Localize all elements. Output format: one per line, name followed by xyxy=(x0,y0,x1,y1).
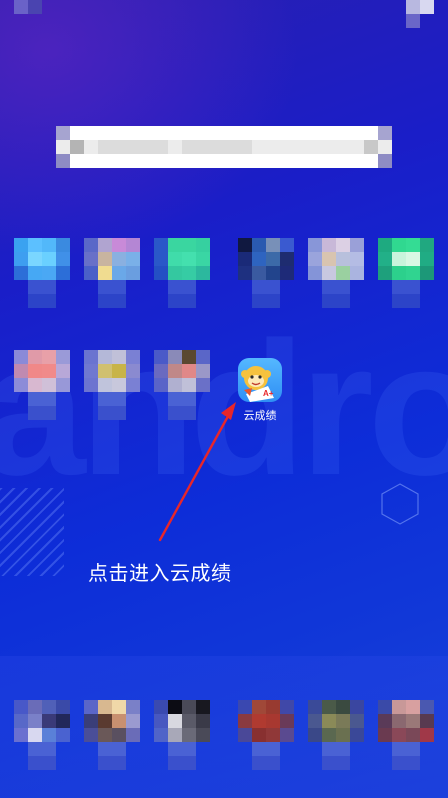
status-bar-right-pixel xyxy=(406,14,420,28)
wallpaper-stripes xyxy=(0,488,64,576)
instruction-caption: 点击进入云成绩 xyxy=(88,561,232,585)
status-bar-right-pixel xyxy=(406,0,420,14)
search-widget[interactable] xyxy=(56,126,392,168)
monkey-mascot-icon[interactable]: A+ xyxy=(238,358,282,402)
hexagon-decoration-icon xyxy=(381,483,419,525)
status-bar-left-pixel xyxy=(28,0,42,14)
status-bar-right-pixel xyxy=(420,0,434,14)
a-plus-badge: A+ xyxy=(263,389,274,398)
yun-chengji-app-label: 云成绩 xyxy=(243,409,277,422)
status-bar-left-pixel xyxy=(14,0,28,14)
